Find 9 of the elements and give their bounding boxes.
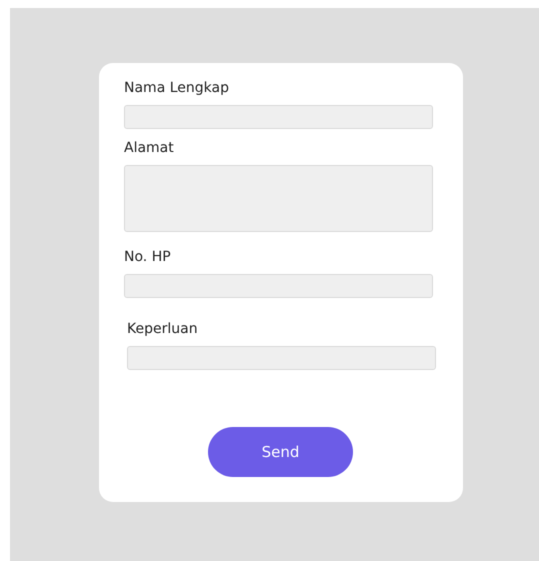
input-field[interactable]	[127, 346, 436, 370]
field-label: No. HP	[124, 248, 172, 266]
text-area[interactable]	[124, 165, 433, 232]
input-field[interactable]	[124, 105, 433, 129]
field-label: Keperluan	[127, 320, 199, 338]
field-label: Nama Lengkap	[124, 79, 230, 97]
send-button[interactable]: Send	[208, 427, 353, 477]
input-field[interactable]	[124, 274, 433, 298]
field-label: Alamat	[124, 139, 175, 157]
